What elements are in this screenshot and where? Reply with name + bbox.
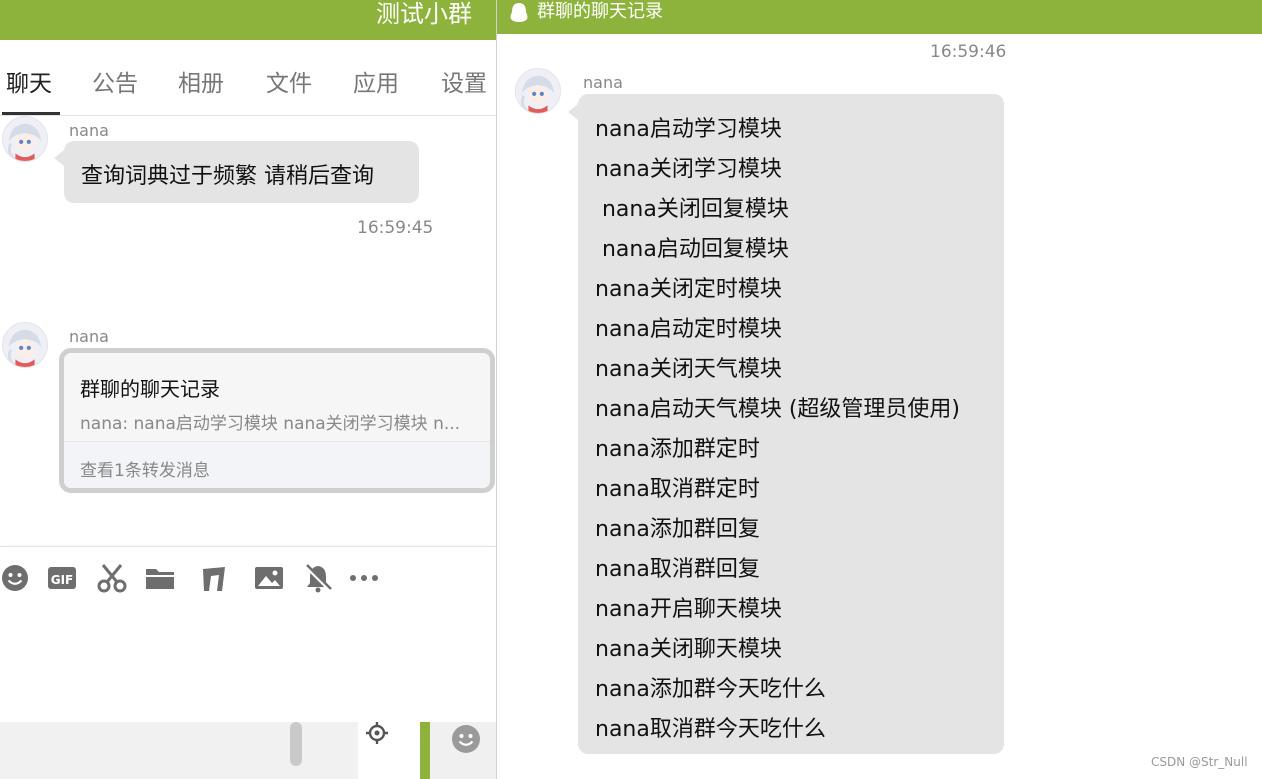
sender-name: nana	[583, 73, 623, 92]
record-line: nana关闭聊天模块	[595, 637, 782, 662]
bubble-tail	[54, 150, 64, 166]
background-panel	[430, 722, 496, 779]
avatar[interactable]	[2, 116, 48, 162]
record-titlebar[interactable]: 群聊的聊天记录	[497, 0, 1262, 34]
record-line: nana添加群今天吃什么	[595, 677, 826, 702]
tab-bar: 聊天 公告 相册 文件 应用 设置	[0, 40, 496, 116]
record-line: nana启动定时模块	[595, 317, 782, 342]
emoji-icon[interactable]	[451, 724, 481, 754]
music-icon[interactable]	[199, 563, 229, 593]
record-line: nana取消群回复	[595, 557, 760, 582]
record-line: nana关闭回复模块	[595, 197, 789, 222]
record-line: nana启动天气模块 (超级管理员使用)	[595, 397, 961, 422]
sender-name: nana	[69, 327, 109, 346]
chat-record-window[interactable]: 群聊的聊天记录 16:59:46 nana nana启动学习模块 nana关闭学…	[496, 0, 1262, 779]
message-input-area[interactable]: GIF	[0, 546, 496, 722]
record-line: nana开启聊天模块	[595, 597, 782, 622]
record-line: nana添加群回复	[595, 517, 760, 542]
penguin-icon	[510, 3, 528, 22]
green-sidebar	[420, 722, 430, 779]
record-line: nana关闭学习模块	[595, 157, 782, 182]
message-bubble[interactable]: 查询词典过于频繁 请稍后查询	[64, 141, 419, 203]
more-icon[interactable]	[349, 563, 379, 593]
emoji-icon[interactable]	[0, 563, 30, 593]
tab-files[interactable]: 文件	[266, 69, 312, 99]
tab-album[interactable]: 相册	[178, 69, 224, 99]
forward-card-preview: nana: nana启动学习模块 nana关闭学习模块 n...	[80, 414, 461, 434]
record-line: nana启动回复模块	[595, 237, 789, 262]
forwarded-chat-card[interactable]: 群聊的聊天记录 nana: nana启动学习模块 nana关闭学习模块 n...…	[59, 348, 495, 493]
tab-chat[interactable]: 聊天	[6, 69, 52, 99]
forward-card-footer: 查看1条转发消息	[64, 441, 490, 488]
watermark: CSDN @Str_Null	[1151, 755, 1248, 769]
message-bubble[interactable]: nana启动学习模块 nana关闭学习模块 nana关闭回复模块 nana启动回…	[578, 94, 1004, 754]
tab-announcement[interactable]: 公告	[92, 69, 138, 99]
avatar[interactable]	[2, 322, 48, 368]
group-title: 测试小群	[376, 0, 472, 28]
record-line: nana启动学习模块	[595, 117, 782, 142]
scissors-icon[interactable]	[97, 563, 127, 593]
svg-text:GIF: GIF	[51, 573, 74, 587]
avatar[interactable]	[515, 68, 561, 114]
record-line: nana关闭天气模块	[595, 357, 782, 382]
active-tab-indicator	[2, 112, 60, 115]
record-line: nana取消群今天吃什么	[595, 717, 826, 742]
location-target-icon[interactable]	[366, 722, 388, 744]
folder-icon[interactable]	[145, 563, 175, 593]
record-window-title: 群聊的聊天记录	[537, 1, 663, 22]
sender-name: nana	[69, 121, 109, 140]
record-line: nana添加群定时	[595, 437, 760, 462]
gif-icon[interactable]: GIF	[47, 563, 77, 593]
message-time: 16:59:45	[357, 218, 434, 238]
mute-bell-icon[interactable]	[303, 563, 333, 593]
image-icon[interactable]	[254, 563, 284, 593]
forward-card-title: 群聊的聊天记录	[80, 377, 220, 401]
tab-settings[interactable]: 设置	[441, 69, 487, 99]
side-panel	[358, 722, 420, 779]
tab-apps[interactable]: 应用	[353, 69, 399, 99]
scrollbar-thumb[interactable]	[290, 722, 302, 766]
bubble-tail	[568, 104, 578, 120]
message-time: 16:59:46	[930, 42, 1007, 62]
record-line: nana取消群定时	[595, 477, 760, 502]
screen: 测试小群 聊天 公告 相册 文件 应用 设置 nana 查询词典过于频繁 请稍后…	[0, 0, 1262, 779]
view-forwarded-link[interactable]: 查看1条转发消息	[80, 456, 210, 481]
record-line: nana关闭定时模块	[595, 277, 782, 302]
